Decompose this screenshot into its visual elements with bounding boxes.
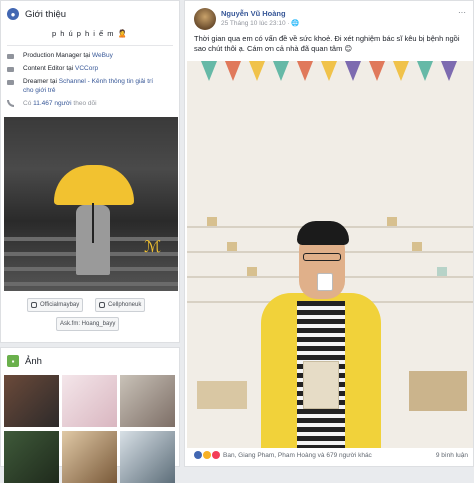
bunting-flag [297, 61, 313, 81]
askfm-handle: Ask.fm: Hoang_bayy [60, 321, 116, 327]
product-display [197, 381, 247, 409]
hair [297, 221, 349, 245]
photos-card: ▪ Ảnh [0, 347, 180, 483]
bunting-flag [369, 61, 385, 81]
work-row-schannel: Dreamer tại Schannel - Kênh thông tin gi… [1, 75, 179, 97]
product-box [412, 242, 422, 251]
photo-thumb[interactable] [4, 375, 59, 427]
comments-count[interactable]: 9 bình luận [436, 452, 468, 459]
bunting-flag [441, 61, 457, 81]
photo-thumb[interactable] [120, 431, 175, 483]
instagram-icon [99, 302, 105, 308]
divider [7, 45, 173, 46]
cup [317, 273, 333, 291]
globe-icon: ● [7, 8, 19, 20]
bunting-flag [321, 61, 337, 81]
bunting-flag [249, 61, 265, 81]
product-box [247, 267, 257, 276]
briefcase-icon [7, 52, 17, 60]
work-link-webuy[interactable]: WeBuy [92, 52, 113, 59]
intro-header: ● Giới thiệu [1, 1, 179, 27]
briefcase-icon [7, 78, 17, 86]
post-footer: Ban, Giang Pham, Pham Hoàng và 679 người… [194, 451, 468, 459]
product-box [437, 267, 447, 276]
followers-row: Có 11.467 người theo dõi [1, 97, 179, 110]
haha-reaction-icon [203, 451, 211, 459]
work-row-vccorp: Content Editor tại VCCorp [1, 62, 179, 75]
post-photo[interactable] [187, 61, 473, 448]
askfm-link[interactable]: Ask.fm: Hoang_bayy [56, 317, 120, 331]
work-label: Dreamer tại [23, 78, 59, 85]
avatar[interactable] [194, 8, 216, 30]
post-text: Thời gian qua em có vấn đề về sức khoẻ. … [194, 34, 460, 53]
bunting-flag [201, 61, 217, 81]
product-box [387, 217, 397, 226]
photo-thumb[interactable] [62, 375, 117, 427]
photo-thumb[interactable] [4, 431, 59, 483]
work-link-vccorp[interactable]: VCCorp [75, 65, 98, 72]
photo-thumb[interactable] [120, 375, 175, 427]
bunting-flag [273, 61, 289, 81]
yellow-umbrella [54, 165, 134, 205]
photos-icon: ▪ [7, 355, 19, 367]
signature-mark: ℳ [144, 237, 162, 256]
instagram-icon [31, 302, 37, 308]
rss-icon [7, 100, 17, 108]
tote-bag [303, 361, 339, 409]
work-label: Content Editor tại [23, 65, 76, 72]
photos-header: ▪ Ảnh [1, 348, 179, 374]
product-box [227, 242, 237, 251]
bunting-flag [225, 61, 241, 81]
photo-thumb[interactable] [62, 431, 117, 483]
like-reaction-icon [194, 451, 202, 459]
love-reaction-icon [212, 451, 220, 459]
intro-title: Giới thiệu [25, 8, 67, 20]
instagram-link[interactable]: Officialmaybay [27, 298, 84, 312]
reactions-summary[interactable]: Ban, Giang Pham, Pham Hoàng và 679 người… [223, 452, 372, 459]
more-options-icon[interactable]: ··· [458, 8, 466, 17]
post-card: Nguyễn Vũ Hoàng 25 Tháng 10 lúc 23:10 · … [184, 0, 474, 467]
followers-prefix: Có [23, 100, 34, 107]
followers-link[interactable]: 11.467 người [33, 100, 72, 107]
product-box [207, 217, 217, 226]
instagram-handle: Officialmaybay [40, 302, 80, 308]
glasses [303, 253, 341, 261]
work-row-webuy: Production Manager tại WeBuy [1, 49, 179, 62]
bunting-flag [417, 61, 433, 81]
other-social-link[interactable]: Cellphoneuk [95, 298, 146, 312]
other-handle: Cellphoneuk [108, 302, 142, 308]
post-timestamp[interactable]: 25 Tháng 10 lúc 23:10 · 🌐 [221, 19, 299, 27]
briefcase-icon [7, 65, 17, 73]
photos-title: Ảnh [25, 355, 42, 367]
bunting-flag [345, 61, 361, 81]
bunting-flag [393, 61, 409, 81]
product-display [409, 371, 467, 411]
followers-suffix: theo dõi [71, 100, 97, 107]
featured-photo[interactable]: ℳ [4, 117, 178, 291]
post-author[interactable]: Nguyễn Vũ Hoàng [221, 9, 286, 18]
intro-bio: p h ú p h i ế m 🙎 [52, 29, 128, 38]
intro-card: ● Giới thiệu p h ú p h i ế m 🙎 Productio… [0, 0, 180, 343]
work-label: Production Manager tại [23, 52, 93, 59]
umbrella-handle [92, 203, 94, 243]
